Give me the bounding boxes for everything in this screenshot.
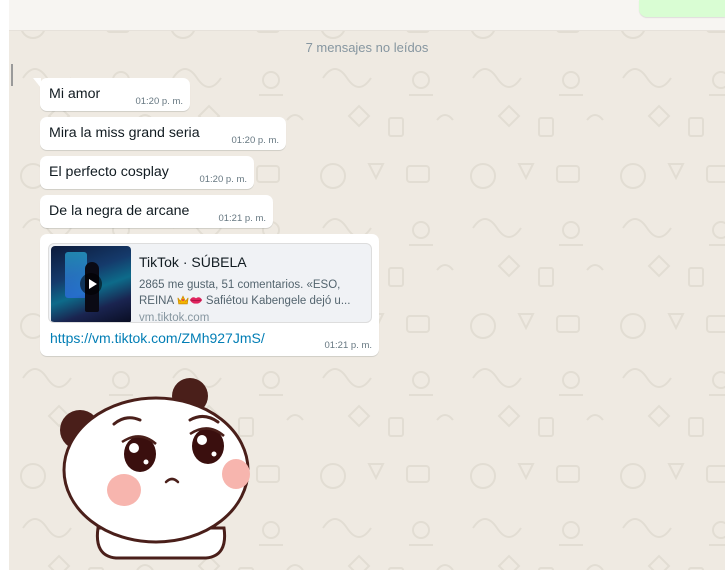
message-time: 01:20 p. m.: [135, 96, 183, 107]
message-bubble[interactable]: El perfecto cosplay 01:20 p. m.: [40, 156, 254, 189]
message-bubble[interactable]: De la negra de arcane 01:21 p. m.: [40, 195, 273, 228]
sticker-head: [62, 396, 250, 544]
sticker-cheek: [222, 459, 250, 489]
message-bubble[interactable]: Mira la miss grand seria 01:20 p. m.: [40, 117, 286, 150]
link-preview-card[interactable]: TikTok · SÚBELA 2865 me gusta, 51 coment…: [48, 243, 372, 323]
scroll-indicator[interactable]: [11, 64, 13, 86]
crown-emoji-icon: [177, 295, 189, 305]
sticker-eye-shine: [197, 435, 207, 445]
message-bubble[interactable]: Mi amor 01:20 p. m.: [33, 78, 190, 111]
sticker-eye-shine: [129, 443, 139, 453]
message-time: 01:20 p. m.: [231, 135, 279, 146]
sticker-cheek: [107, 474, 141, 506]
unread-messages-divider: 7 mensajes no leídos: [9, 38, 725, 57]
message-time: 01:21 p. m.: [324, 340, 372, 351]
outgoing-message-bubble[interactable]: [639, 0, 725, 17]
message-time: 01:20 p. m.: [199, 174, 247, 185]
sticker-eye-shine: [211, 451, 217, 457]
preview-description-text: REINA: [139, 295, 177, 307]
previous-messages-strip: [9, 0, 725, 31]
message-time: 01:21 p. m.: [218, 213, 266, 224]
message-text: Mira la miss grand seria: [49, 125, 200, 141]
panda-sticker[interactable]: [56, 378, 256, 564]
preview-description: 2865 me gusta, 51 comentarios. «ESO, REI…: [139, 277, 365, 309]
video-thumbnail[interactable]: [51, 246, 131, 322]
preview-description-line: 2865 me gusta, 51 comentarios. «ESO,: [139, 279, 341, 291]
message-link[interactable]: https://vm.tiktok.com/ZMh927JmS/: [50, 330, 265, 346]
message-text: Mi amor: [49, 86, 101, 102]
message-text: De la negra de arcane: [49, 203, 190, 219]
play-icon[interactable]: [80, 273, 102, 295]
preview-description-text: Safiétou Kabengele dejó u...: [202, 295, 351, 307]
kiss-lips-emoji-icon: [189, 297, 202, 304]
chat-panel: 7 mensajes no leídos Mi amor 01:20 p. m.…: [9, 0, 725, 570]
link-message-bubble[interactable]: TikTok · SÚBELA 2865 me gusta, 51 coment…: [40, 234, 379, 356]
sticker-eye-shine: [143, 459, 149, 465]
preview-title: TikTok · SÚBELA: [139, 254, 247, 270]
preview-description-line: REINA Safiétou Kabengele dejó u...: [139, 293, 365, 309]
preview-domain: vm.tiktok.com: [139, 312, 210, 323]
unread-messages-label: 7 mensajes no leídos: [305, 40, 429, 55]
message-text: El perfecto cosplay: [49, 164, 169, 180]
